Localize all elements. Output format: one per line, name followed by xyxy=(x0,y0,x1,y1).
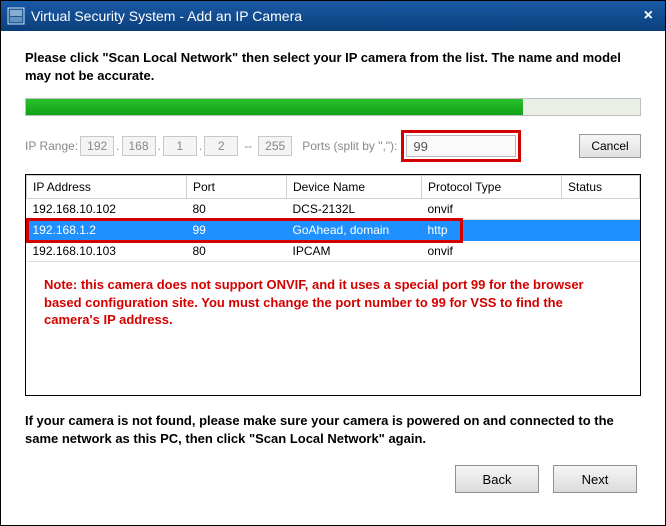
close-icon[interactable]: × xyxy=(638,7,659,25)
ip-octet-2[interactable] xyxy=(122,136,156,156)
cell-port: 80 xyxy=(187,199,287,220)
camera-table-wrap: IP Address Port Device Name Protocol Typ… xyxy=(25,174,641,396)
col-status[interactable]: Status xyxy=(562,176,640,199)
instruction-text: Please click "Scan Local Network" then s… xyxy=(25,49,641,84)
app-icon xyxy=(7,7,25,25)
ip-octet-4[interactable] xyxy=(204,136,238,156)
cancel-button[interactable]: Cancel xyxy=(579,134,641,158)
cell-ip: 192.168.10.103 xyxy=(27,241,187,262)
ip-octet-1[interactable] xyxy=(80,136,114,156)
col-port[interactable]: Port xyxy=(187,176,287,199)
ports-label: Ports (split by ","): xyxy=(302,139,397,153)
ip-end-octet[interactable] xyxy=(258,136,292,156)
cell-device: GoAhead, domain xyxy=(287,220,422,241)
cell-protocol: onvif xyxy=(422,199,562,220)
cell-port: 80 xyxy=(187,241,287,262)
window-title: Virtual Security System - Add an IP Came… xyxy=(31,8,638,24)
back-button[interactable]: Back xyxy=(455,465,539,493)
cell-status xyxy=(562,241,640,262)
cell-device: DCS-2132L xyxy=(287,199,422,220)
cell-device: IPCAM xyxy=(287,241,422,262)
title-bar: Virtual Security System - Add an IP Came… xyxy=(1,1,665,31)
footer-instruction: If your camera is not found, please make… xyxy=(25,412,641,447)
dialog-content: Please click "Scan Local Network" then s… xyxy=(1,31,665,507)
table-row[interactable]: 192.168.10.10280DCS-2132Lonvif xyxy=(27,199,640,220)
cell-protocol: http xyxy=(422,220,562,241)
ports-input[interactable] xyxy=(406,135,516,157)
next-button[interactable]: Next xyxy=(553,465,637,493)
cell-status xyxy=(562,199,640,220)
cell-ip: 192.168.1.2 xyxy=(27,220,187,241)
col-device[interactable]: Device Name xyxy=(287,176,422,199)
blank-box xyxy=(25,468,105,490)
cell-port: 99 xyxy=(187,220,287,241)
cell-status xyxy=(562,220,640,241)
table-row[interactable]: 192.168.10.10380IPCAMonvif xyxy=(27,241,640,262)
ip-range-row: IP Range: . . . -- Ports (split by ","):… xyxy=(25,130,641,162)
scan-progress xyxy=(25,98,641,116)
table-row[interactable]: 192.168.1.299GoAhead, domainhttp xyxy=(27,220,640,241)
col-ip[interactable]: IP Address xyxy=(27,176,187,199)
ip-octet-3[interactable] xyxy=(163,136,197,156)
camera-table: IP Address Port Device Name Protocol Typ… xyxy=(26,175,640,262)
col-protocol[interactable]: Protocol Type xyxy=(422,176,562,199)
cell-ip: 192.168.10.102 xyxy=(27,199,187,220)
ports-highlight-frame xyxy=(401,130,521,162)
button-row: Back Next xyxy=(25,465,641,493)
cell-protocol: onvif xyxy=(422,241,562,262)
note-text: Note: this camera does not support ONVIF… xyxy=(26,262,640,329)
ip-range-label: IP Range: xyxy=(25,139,78,153)
